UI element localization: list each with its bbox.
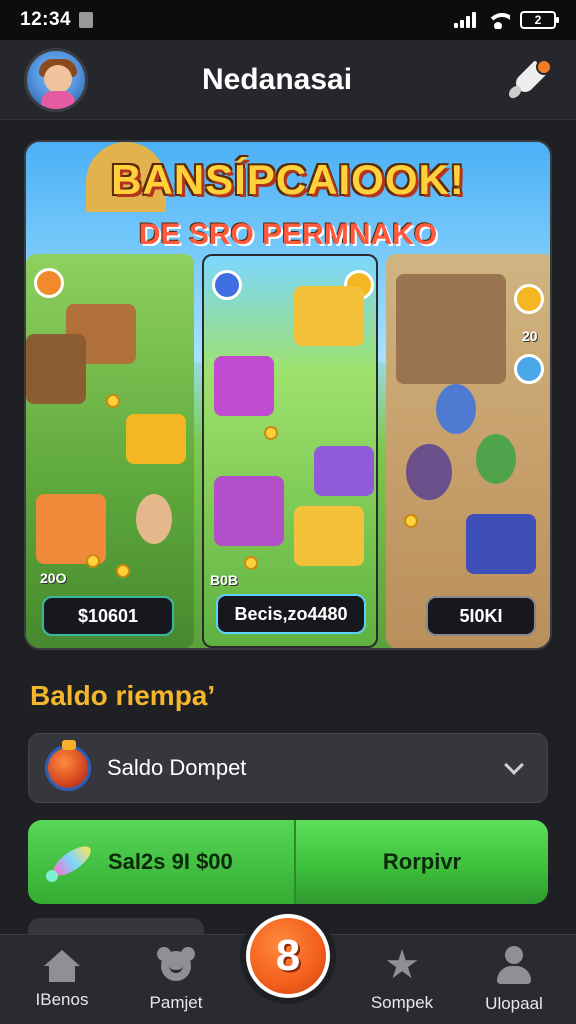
wallet-select[interactable]: Saldo Dompet — [28, 733, 548, 803]
signal-icon — [454, 12, 476, 28]
nav-label: Pamjet — [149, 993, 203, 1012]
nav-item-profile[interactable]: Ulopaal — [454, 935, 574, 1024]
wifi-icon — [486, 11, 510, 29]
balance-amount: Sal2s 9I $00 — [108, 849, 233, 874]
price-button[interactable]: Becis,zo4480 — [216, 594, 366, 634]
avatar[interactable] — [24, 47, 88, 112]
notification-dot — [536, 58, 552, 75]
nav-item-home[interactable]: IBenos — [2, 935, 122, 1024]
action-button[interactable]: Rorpivr — [296, 849, 548, 875]
nav-label: IBenos — [35, 990, 89, 1009]
game-panel-3[interactable]: 20 5I0KI — [386, 254, 550, 648]
balance-display: Sal2s 9I $00 — [28, 820, 294, 904]
status-time: 12:34 — [20, 9, 72, 30]
feather-icon — [46, 838, 96, 886]
chevron-down-icon[interactable] — [504, 755, 524, 775]
bear-icon — [155, 947, 197, 983]
section-title: Baldo riempa’ — [30, 680, 216, 711]
page-title: Nedanasai — [201, 62, 353, 96]
app-header: Nedanasai — [0, 40, 576, 120]
game-panel-1[interactable]: 20O $10601 — [26, 254, 194, 648]
panel-small-value: 20O — [40, 570, 67, 586]
price-button[interactable]: $10601 — [42, 596, 174, 636]
banner-subtitle: DE SRO PERMNAKO — [138, 218, 438, 251]
star-icon: ★ — [384, 943, 420, 987]
rocket-icon[interactable] — [506, 57, 552, 103]
nav-label: Ulopaal — [485, 994, 543, 1013]
status-icons: 2 — [454, 11, 559, 29]
price-button[interactable]: 5I0KI — [426, 596, 536, 636]
user-icon — [495, 946, 533, 984]
nav-label: Sompek — [370, 993, 434, 1012]
panel-small-value: B0B — [210, 572, 239, 588]
panel-small-value: 20 — [522, 328, 538, 344]
center-action-button[interactable]: 8 — [240, 908, 336, 1004]
action-bar[interactable]: Sal2s 9I $00 Rorpivr — [28, 820, 548, 904]
status-bar: 12:34 2 — [0, 0, 576, 40]
game-panel-2[interactable]: B0B Becis,zo4480 — [202, 254, 378, 648]
nav-item-pamjet[interactable]: Pamjet — [116, 935, 236, 1024]
coin-badge-icon — [514, 284, 544, 314]
home-icon — [44, 950, 80, 982]
wallet-icon — [45, 740, 91, 791]
battery-icon: 2 — [520, 11, 559, 29]
wallet-select-label: Saldo Dompet — [107, 755, 247, 780]
notification-icon — [79, 12, 94, 28]
info-badge-icon — [514, 354, 544, 384]
nav-item-sompek[interactable]: ★ Sompek — [342, 935, 462, 1024]
badge-icon — [212, 270, 242, 300]
banner-title: BANSÍPCAIOOK! — [111, 156, 465, 203]
promo-banner[interactable]: 20O $10601 B0B Becis,zo4480 20 5I0KI BAN… — [24, 140, 552, 650]
center-button-label: 8 — [246, 914, 330, 998]
badge-icon — [34, 268, 64, 298]
